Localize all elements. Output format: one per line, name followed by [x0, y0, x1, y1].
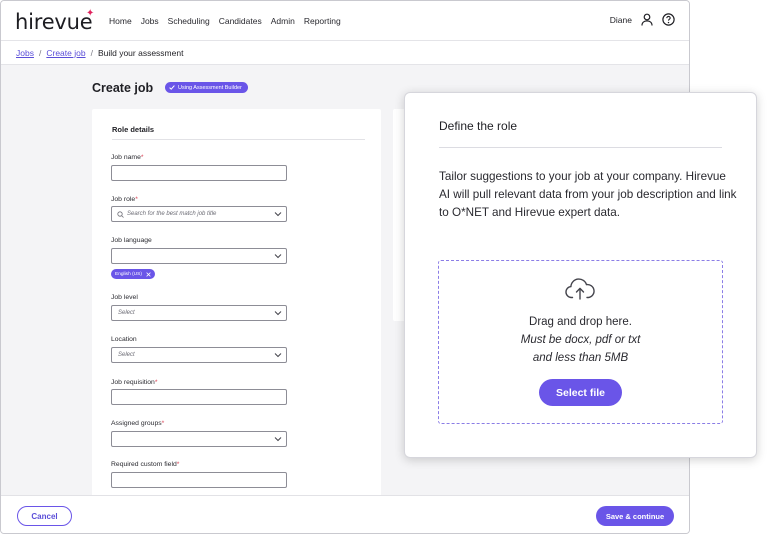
chevron-down-icon: [274, 254, 282, 259]
section-divider: [112, 139, 365, 140]
file-dropzone[interactable]: Drag and drop here. Must be docx, pdf or…: [438, 260, 723, 424]
language-chip[interactable]: English (US): [111, 269, 155, 279]
breadcrumb-separator: /: [38, 47, 42, 58]
save-continue-button[interactable]: Save & continue: [596, 506, 674, 526]
nav-link-scheduling[interactable]: Scheduling: [168, 16, 210, 26]
required-custom-field-input[interactable]: [111, 472, 287, 488]
chevron-down-icon: [274, 353, 282, 358]
required-custom-field-label: Required custom field*: [111, 461, 180, 468]
job-level-label: Job level: [111, 294, 138, 301]
dropzone-size-limit: and less than 5MB: [532, 352, 629, 364]
breadcrumb: Jobs / Create job / Build your assessmen…: [1, 41, 689, 65]
nav-link-admin[interactable]: Admin: [271, 16, 295, 26]
section-title: Role details: [112, 125, 155, 134]
user-name[interactable]: Diane: [610, 15, 632, 25]
job-level-placeholder: Select: [118, 310, 135, 316]
page-title: Create job: [92, 81, 154, 95]
nav-link-reporting[interactable]: Reporting: [304, 16, 341, 26]
cancel-button[interactable]: Cancel: [17, 506, 72, 526]
footer-bar: Cancel Save & continue: [1, 495, 689, 533]
job-name-label: Job name*: [111, 154, 144, 161]
chevron-down-icon: [274, 437, 282, 442]
job-role-input[interactable]: Search for the best match job title: [111, 206, 287, 222]
dropzone-instruction: Drag and drop here.: [529, 316, 632, 328]
role-details-card: Role details Job name* Job role* Search …: [92, 109, 381, 509]
job-requisition-input[interactable]: [111, 389, 287, 405]
select-file-button[interactable]: Select file: [539, 379, 622, 406]
user-icon[interactable]: [641, 13, 653, 26]
close-icon[interactable]: [146, 271, 151, 277]
chevron-down-icon: [274, 212, 282, 217]
cloud-upload-icon: [565, 278, 595, 300]
search-icon: [117, 211, 124, 218]
breadcrumb-separator: /: [90, 47, 93, 58]
chevron-down-icon: [274, 311, 282, 316]
job-level-select[interactable]: Select: [111, 305, 287, 321]
check-icon: [169, 85, 175, 90]
nav-user-area: Diane: [610, 13, 675, 26]
hirevue-logo[interactable]: hirevue: [15, 10, 93, 34]
define-role-title: Define the role: [439, 119, 518, 133]
define-role-description: Tailor suggestions to your job at your c…: [439, 170, 737, 219]
nav-link-jobs[interactable]: Jobs: [141, 16, 159, 26]
job-requisition-label: Job requisition*: [111, 379, 158, 386]
job-language-select[interactable]: [111, 248, 287, 264]
top-navigation: hirevue ✦ Home Jobs Scheduling Candidate…: [1, 1, 689, 41]
badge-label: Using Assessment Builder: [178, 84, 242, 91]
define-role-panel: Define the role Tailor suggestions to yo…: [404, 92, 757, 458]
breadcrumb-current: Build your assessment: [97, 47, 184, 58]
breadcrumb-create-job[interactable]: Create job: [46, 48, 85, 58]
location-placeholder: Select: [118, 352, 135, 358]
breadcrumb-jobs[interactable]: Jobs: [16, 48, 34, 58]
logo-star-icon: ✦: [86, 8, 95, 19]
nav-link-candidates[interactable]: Candidates: [219, 16, 262, 26]
job-name-input[interactable]: [111, 165, 287, 181]
job-role-label: Job role*: [111, 196, 138, 203]
help-icon[interactable]: [662, 13, 675, 26]
location-label: Location: [111, 336, 137, 343]
location-select[interactable]: Select: [111, 347, 287, 363]
dropzone-file-types: Must be docx, pdf or txt: [520, 334, 641, 346]
assigned-groups-select[interactable]: [111, 431, 287, 447]
nav-link-home[interactable]: Home: [109, 16, 132, 26]
job-role-placeholder: Search for the best match job title: [127, 211, 217, 217]
nav-links: Home Jobs Scheduling Candidates Admin Re…: [109, 16, 341, 26]
language-chip-label: English (US): [115, 271, 142, 277]
assigned-groups-label: Assigned groups*: [111, 420, 165, 427]
job-language-label: Job language: [111, 237, 152, 244]
define-role-divider: [439, 147, 722, 148]
assessment-builder-badge: Using Assessment Builder: [165, 82, 248, 93]
